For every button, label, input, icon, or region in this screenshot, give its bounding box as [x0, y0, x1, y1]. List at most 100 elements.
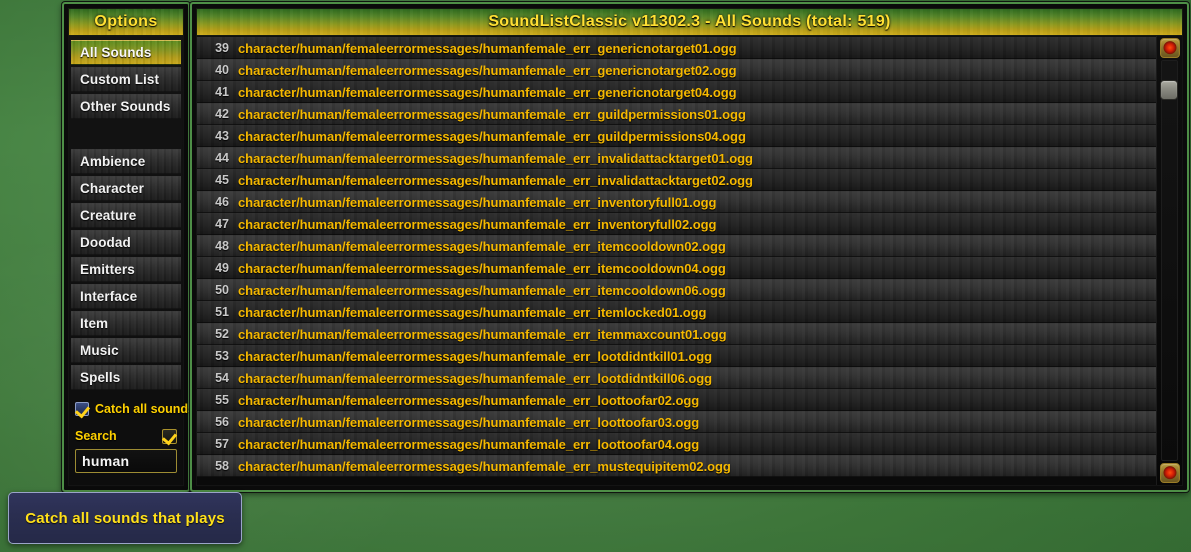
checkbox-checked-icon[interactable]	[75, 402, 89, 416]
options-panel-title-text: Options	[94, 13, 158, 30]
sound-list-row[interactable]: 45 character/human/femaleerrormessages/hu…	[197, 169, 1156, 191]
sound-row-path: character/human/femaleerrormessages/huma…	[238, 458, 731, 474]
sound-list-row[interactable]: 50 character/human/femaleerrormessages/hu…	[197, 279, 1156, 301]
sound-list-row[interactable]: 58 character/human/femaleerrormessages/hu…	[197, 455, 1156, 477]
sidebar-item-emitters[interactable]: Emitters	[71, 257, 181, 282]
sound-list-row[interactable]: 39 character/human/femaleerrormessages/hu…	[197, 37, 1156, 59]
sound-list-row[interactable]: 56 character/human/femaleerrormessages/hu…	[197, 411, 1156, 433]
sidebar-item-label: Other Sounds	[80, 99, 171, 114]
tooltip: Catch all sounds that plays	[8, 492, 242, 544]
sound-list-row[interactable]: 54 character/human/femaleerrormessages/hu…	[197, 367, 1156, 389]
sidebar-item-creature[interactable]: Creature	[71, 203, 181, 228]
sidebar-item-doodad[interactable]: Doodad	[71, 230, 181, 255]
sound-row-index: 58	[215, 459, 229, 473]
sidebar-item-character[interactable]: Character	[71, 176, 181, 201]
sound-list-rows: 39 character/human/femaleerrormessages/hu…	[197, 36, 1156, 485]
search-label-row: Search	[75, 426, 177, 446]
sidebar-item-label: Ambience	[80, 154, 146, 169]
sound-list-row[interactable]: 53 character/human/femaleerrormessages/hu…	[197, 345, 1156, 367]
options-panel: Options All Sounds Custom List Other Sou…	[62, 2, 195, 492]
sidebar-item-item[interactable]: Item	[71, 311, 181, 336]
sidebar-item-label: Creature	[80, 208, 137, 223]
sound-list-row[interactable]: 55 character/human/femaleerrormessages/hu…	[197, 389, 1156, 411]
sound-row-index: 53	[215, 349, 229, 363]
sound-list-row[interactable]: 40 character/human/femaleerrormessages/hu…	[197, 59, 1156, 81]
sound-list-title-bar: SoundListClassic v11302.3 - All Sounds (…	[196, 8, 1183, 36]
sidebar-item-spells[interactable]: Spells	[71, 365, 181, 390]
sound-row-path: character/human/femaleerrormessages/huma…	[238, 172, 753, 188]
page-title: SoundListClassic v11302.3 - All Sounds (…	[488, 13, 891, 30]
scrollbar-thumb[interactable]	[1160, 80, 1178, 100]
sound-list-row[interactable]: 46 character/human/femaleerrormessages/hu…	[197, 191, 1156, 213]
sound-row-index: 46	[215, 195, 229, 209]
scroll-down-gem-icon[interactable]	[1159, 463, 1180, 483]
sound-row-path: character/human/femaleerrormessages/huma…	[238, 40, 737, 56]
sidebar-item-music[interactable]: Music	[71, 338, 181, 363]
sound-row-index: 54	[215, 371, 229, 385]
sound-list-row[interactable]: 51 character/human/femaleerrormessages/hu…	[197, 301, 1156, 323]
sound-list-row[interactable]: 48 character/human/femaleerrormessages/hu…	[197, 235, 1156, 257]
sound-row-path: character/human/femaleerrormessages/huma…	[238, 150, 753, 166]
sound-row-path: character/human/femaleerrormessages/huma…	[238, 128, 746, 144]
sound-row-index: 39	[215, 41, 229, 55]
sound-row-path: character/human/femaleerrormessages/huma…	[238, 436, 700, 452]
options-panel-body: All Sounds Custom List Other Sounds Ambi…	[68, 36, 195, 486]
sound-row-path: character/human/femaleerrormessages/huma…	[238, 370, 713, 386]
sound-list-body: 39 character/human/femaleerrormessages/hu…	[196, 36, 1183, 486]
sound-list-row[interactable]: 42 character/human/femaleerrormessages/hu…	[197, 103, 1156, 125]
sound-row-path: character/human/femaleerrormessages/huma…	[238, 414, 700, 430]
sidebar-item-label: Custom List	[80, 72, 160, 87]
checkmark-icon[interactable]	[162, 428, 177, 444]
sound-row-index: 43	[215, 129, 229, 143]
sound-row-path: character/human/femaleerrormessages/huma…	[238, 216, 717, 232]
sound-list-row[interactable]: 52 character/human/femaleerrormessages/hu…	[197, 323, 1156, 345]
sound-row-index: 50	[215, 283, 229, 297]
sound-list-panel: SoundListClassic v11302.3 - All Sounds (…	[190, 2, 1189, 492]
sound-row-path: character/human/femaleerrormessages/huma…	[238, 238, 726, 254]
sound-row-index: 52	[215, 327, 229, 341]
sidebar-item-label: Doodad	[80, 235, 131, 250]
sound-row-index: 42	[215, 107, 229, 121]
sidebar-item-label: Character	[80, 181, 144, 196]
sidebar-divider-gap	[69, 120, 183, 148]
sidebar-item-interface[interactable]: Interface	[71, 284, 181, 309]
sound-list-row[interactable]: 47 character/human/femaleerrormessages/hu…	[197, 213, 1156, 235]
options-panel-title: Options	[68, 8, 184, 36]
catch-all-sounds-checkbox-row[interactable]: Catch all sounds	[75, 398, 195, 420]
scrollbar[interactable]	[1156, 36, 1182, 485]
sound-row-index: 48	[215, 239, 229, 253]
sound-list-row[interactable]: 44 character/human/femaleerrormessages/hu…	[197, 147, 1156, 169]
sound-row-index: 55	[215, 393, 229, 407]
sidebar-item-label: Spells	[80, 370, 121, 385]
sidebar-item-label: Item	[80, 316, 109, 331]
sidebar-item-label: Music	[80, 343, 119, 358]
sound-list-row[interactable]: 49 character/human/femaleerrormessages/hu…	[197, 257, 1156, 279]
sound-row-path: character/human/femaleerrormessages/huma…	[238, 84, 737, 100]
sound-row-index: 44	[215, 151, 229, 165]
sidebar-item-custom-list[interactable]: Custom List	[71, 67, 181, 92]
sound-row-index: 45	[215, 173, 229, 187]
catch-all-sounds-label: Catch all sounds	[95, 402, 196, 416]
sound-row-index: 56	[215, 415, 229, 429]
sound-row-path: character/human/femaleerrormessages/huma…	[238, 392, 700, 408]
scrollbar-track[interactable]	[1161, 60, 1178, 461]
sound-list-row[interactable]: 41 character/human/femaleerrormessages/hu…	[197, 81, 1156, 103]
sound-list-row[interactable]: 43 character/human/femaleerrormessages/hu…	[197, 125, 1156, 147]
sidebar-item-label: All Sounds	[80, 45, 152, 60]
sound-row-path: character/human/femaleerrormessages/huma…	[238, 106, 746, 122]
sound-list-row[interactable]: 57 character/human/femaleerrormessages/hu…	[197, 433, 1156, 455]
sound-row-path: character/human/femaleerrormessages/huma…	[238, 194, 717, 210]
sound-row-index: 57	[215, 437, 229, 451]
tooltip-text: Catch all sounds that plays	[25, 509, 225, 527]
sound-row-path: character/human/femaleerrormessages/huma…	[238, 304, 707, 320]
sound-row-path: character/human/femaleerrormessages/huma…	[238, 282, 726, 298]
sound-row-index: 51	[215, 305, 229, 319]
scroll-up-gem-icon[interactable]	[1159, 38, 1180, 58]
sound-row-path: character/human/femaleerrormessages/huma…	[238, 348, 713, 364]
search-input[interactable]: human	[75, 449, 177, 473]
sidebar-item-other-sounds[interactable]: Other Sounds	[71, 94, 181, 119]
sidebar-item-all-sounds[interactable]: All Sounds	[71, 40, 181, 65]
sound-row-path: character/human/femaleerrormessages/huma…	[238, 326, 727, 342]
search-label: Search	[75, 429, 117, 443]
sidebar-item-ambience[interactable]: Ambience	[71, 149, 181, 174]
